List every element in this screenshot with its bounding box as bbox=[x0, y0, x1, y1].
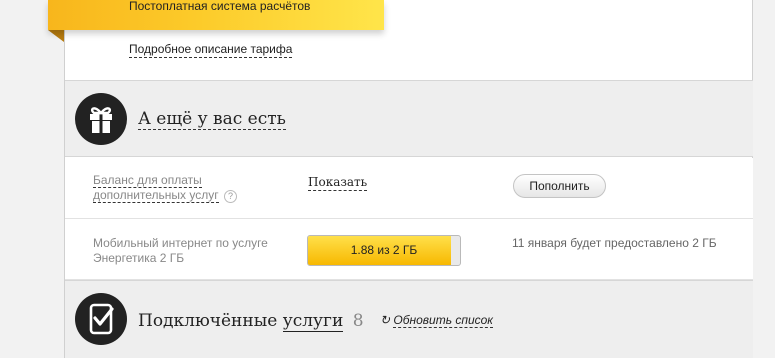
services-section-header: Подключённые услуги 8 ↻ Обновить список bbox=[65, 280, 753, 358]
balance-label-line1: Баланс для оплаты bbox=[93, 173, 202, 188]
show-balance-link[interactable]: Показать bbox=[308, 175, 368, 191]
balance-row: Баланс для оплаты дополнительных услуг ?… bbox=[65, 158, 753, 219]
tariff-details-link[interactable]: Подробное описание тарифа bbox=[129, 42, 293, 58]
gift-icon bbox=[75, 93, 127, 145]
services-title: Подключённые услуги 8 bbox=[138, 311, 364, 332]
balance-label: Баланс для оплаты дополнительных услуг ? bbox=[93, 173, 237, 203]
help-icon[interactable]: ? bbox=[223, 190, 237, 203]
billing-system-text: Постоплатная система расчётов bbox=[129, 0, 311, 13]
internet-row: Мобильный интернет по услуге Энергетика … bbox=[65, 219, 753, 280]
services-title-link[interactable]: услуги bbox=[282, 311, 344, 332]
services-count: 8 bbox=[352, 311, 364, 331]
internet-label: Мобильный интернет по услуге Энергетика … bbox=[93, 236, 268, 266]
refresh-icon[interactable]: ↻ bbox=[380, 313, 390, 327]
balance-label-line2: дополнительных услуг bbox=[93, 188, 219, 203]
refresh-list-text[interactable]: Обновить список bbox=[393, 313, 493, 328]
phone-check-icon bbox=[75, 293, 127, 345]
internet-usage-bar: 1.88 из 2 ГБ bbox=[307, 235, 461, 266]
tariff-ribbon: Постоплатная система расчётов bbox=[48, 0, 384, 30]
internet-usage-text: 1.88 из 2 ГБ bbox=[350, 243, 418, 257]
refresh-list-link[interactable]: ↻ Обновить список bbox=[380, 313, 493, 328]
internet-renewal-note: 11 января будет предоставлено 2 ГБ bbox=[512, 236, 717, 250]
extras-section-header: А ещё у вас есть bbox=[65, 80, 753, 157]
topup-button[interactable]: Пополнить bbox=[513, 174, 606, 198]
services-title-prefix: Подключённые bbox=[138, 311, 278, 331]
extras-title[interactable]: А ещё у вас есть bbox=[138, 109, 286, 130]
internet-label-line1: Мобильный интернет по услуге bbox=[93, 236, 268, 250]
ribbon-fold bbox=[48, 30, 64, 42]
internet-label-line2: Энергетика 2 ГБ bbox=[93, 251, 185, 265]
